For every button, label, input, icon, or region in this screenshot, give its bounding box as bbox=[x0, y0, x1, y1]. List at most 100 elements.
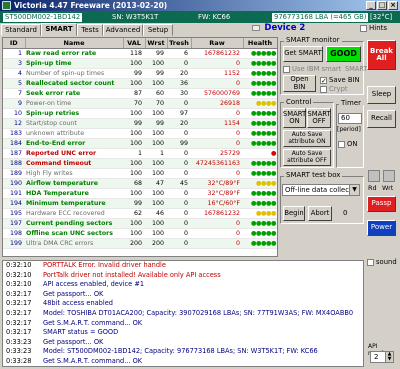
table-row[interactable]: 183 unknown attribute 100 100 0 0 ●●●●● bbox=[3, 128, 277, 139]
tab-advanced[interactable]: Advanced bbox=[103, 24, 143, 36]
attr-val: 100 bbox=[123, 108, 145, 119]
tab-setup[interactable]: Setup bbox=[143, 24, 173, 36]
passp-button[interactable]: Passp bbox=[367, 196, 396, 212]
attr-wrst: 100 bbox=[145, 108, 167, 119]
crypt-option[interactable]: Crypt bbox=[320, 85, 348, 93]
table-row[interactable]: 9 Power-on time 70 70 0 26918 ●●●● bbox=[3, 98, 277, 109]
crypt-checkbox[interactable] bbox=[320, 85, 327, 93]
table-row[interactable]: 190 Airflow temperature 68 47 45 32°C/89°F ●●●… bbox=[3, 178, 277, 189]
event-log[interactable]: 0:32:10 PORTTALK Error. Invalid driver ha… bbox=[2, 260, 364, 367]
log-line: 0:33:23 Get passport... OK bbox=[3, 338, 363, 348]
begin-button[interactable]: Begin bbox=[283, 206, 305, 221]
table-row[interactable]: 187 Reported UNC error 1 1 0 25729 ● bbox=[3, 148, 277, 159]
attr-tresh: 0 bbox=[167, 98, 191, 109]
col-name[interactable]: Name bbox=[25, 38, 124, 49]
sleep-button[interactable]: Sleep bbox=[367, 86, 396, 104]
smart-on-button[interactable]: SMART ON bbox=[283, 108, 306, 128]
col-wrst[interactable]: Wrst bbox=[145, 38, 168, 49]
table-row[interactable]: 10 Spin-up retries 100 100 97 0 ●●●●● bbox=[3, 108, 277, 119]
log-time: 0:32:17 bbox=[6, 289, 32, 298]
attr-raw: 0 bbox=[191, 238, 243, 249]
timer-input[interactable]: 60 bbox=[338, 113, 362, 124]
table-row[interactable]: 12 Start/stop count 99 99 20 1154 ●●●●● bbox=[3, 118, 277, 129]
timer-on-option[interactable]: ON bbox=[338, 140, 357, 148]
device-indicator: Device 2 bbox=[252, 23, 305, 33]
table-row[interactable]: 184 End-to-End error 100 100 99 0 ●●●●● bbox=[3, 138, 277, 149]
tab-standard[interactable]: Standard bbox=[1, 24, 41, 36]
save-bin-option[interactable]: ✓ Save BIN bbox=[320, 76, 360, 84]
table-header-row: ID Name VAL Wrst Tresh Raw Health bbox=[3, 38, 277, 49]
smart-off-button[interactable]: SMART OFF bbox=[307, 108, 331, 128]
table-row[interactable]: 194 Minimum temperature 99 100 0 16°C/60°F ●●●… bbox=[3, 198, 277, 209]
use-ibm-checkbox[interactable] bbox=[283, 65, 290, 73]
hints-checkbox[interactable] bbox=[360, 24, 367, 32]
abort-button[interactable]: Abort bbox=[308, 206, 332, 221]
timer-on-checkbox[interactable] bbox=[338, 140, 345, 148]
attr-health: ●●●●● bbox=[243, 88, 277, 99]
maximize-button[interactable]: □ bbox=[377, 1, 387, 10]
break-all-button[interactable]: Break All bbox=[367, 40, 396, 70]
table-row[interactable]: 195 Hardware ECC recovered 62 46 0 167861232 ●… bbox=[3, 208, 277, 219]
table-row[interactable]: 1 Raw read error rate 118 99 6 167861232 ●●●●● bbox=[3, 48, 277, 59]
attr-val: 100 bbox=[123, 218, 145, 229]
tab-tests[interactable]: Tests bbox=[77, 24, 103, 36]
col-raw[interactable]: Raw bbox=[191, 38, 244, 49]
save-bin-checkbox[interactable]: ✓ bbox=[320, 76, 327, 84]
api-number-input[interactable]: 2 ▲ ▼ bbox=[370, 351, 394, 363]
attr-raw: 0 bbox=[191, 108, 243, 119]
attr-id: 191 bbox=[3, 188, 25, 199]
spinner-icon[interactable]: ▲ ▼ bbox=[385, 352, 393, 362]
log-time: 0:32:10 bbox=[6, 261, 32, 269]
attr-wrst: 100 bbox=[145, 158, 167, 169]
get-smart-button[interactable]: Get SMART bbox=[283, 46, 323, 62]
sound-checkbox[interactable] bbox=[367, 258, 374, 266]
table-row[interactable]: 3 Spin-up time 100 100 0 0 ●●●●● bbox=[3, 58, 277, 69]
sound-option[interactable]: sound bbox=[367, 258, 397, 266]
chevron-down-icon[interactable]: ▼ bbox=[349, 185, 359, 195]
attr-id: 184 bbox=[3, 138, 25, 149]
table-row[interactable]: 4 Number of spin-up times 99 99 20 1152 ●●●●● bbox=[3, 68, 277, 79]
power-button[interactable]: Power bbox=[367, 220, 396, 236]
col-val[interactable]: VAL bbox=[123, 38, 146, 49]
log-line: 0:32:17 Get S.M.A.R.T. command... OK bbox=[3, 319, 363, 329]
attr-val: 99 bbox=[123, 118, 145, 129]
table-row[interactable]: 197 Current pending sectors 100 100 0 0 ●●●●● bbox=[3, 218, 277, 229]
table-row[interactable]: 5 Reallocated sector count 100 100 36 0 ●●●●● bbox=[3, 78, 277, 89]
log-time: 0:32:17 bbox=[6, 299, 32, 308]
hints-toggle[interactable]: Hints bbox=[360, 24, 387, 32]
test-type-select[interactable]: Off-line data collect ▼ bbox=[282, 184, 360, 196]
tab-strip: Standard SMART Tests Advanced Setup bbox=[0, 23, 250, 36]
recall-button[interactable]: Recall bbox=[367, 110, 396, 128]
table-row[interactable]: 7 Seek error rate 87 60 30 576000769 ●●●●● bbox=[3, 88, 277, 99]
attr-name: Raw read error rate bbox=[25, 48, 123, 59]
tab-smart[interactable]: SMART bbox=[41, 23, 77, 36]
autosave-on-button[interactable]: Auto Save attribute ON bbox=[283, 130, 331, 147]
autosave-off-button[interactable]: Auto Save attribute OFF bbox=[283, 149, 331, 166]
col-id[interactable]: ID bbox=[3, 38, 26, 49]
open-bin-button[interactable]: Open BIN bbox=[283, 75, 316, 92]
attr-health: ●●●● bbox=[243, 178, 277, 189]
attr-name: Start/stop count bbox=[25, 118, 123, 129]
attr-raw: 1154 bbox=[191, 118, 243, 129]
attr-val: 118 bbox=[123, 48, 145, 59]
table-row[interactable]: 188 Command timeout 100 100 0 47245361163 ●●●●… bbox=[3, 158, 277, 169]
attr-raw: 167861232 bbox=[191, 208, 243, 219]
attr-wrst: 47 bbox=[145, 178, 167, 189]
smart-attributes-table[interactable]: ID Name VAL Wrst Tresh Raw Health 1 Raw r… bbox=[2, 37, 278, 257]
wrt-label: Wrt bbox=[382, 184, 394, 192]
use-ibm-smart[interactable]: Use IBM smart bbox=[283, 65, 341, 73]
table-row[interactable]: 199 Ultra DMA CRC errors 200 200 0 0 ●●●●● bbox=[3, 238, 277, 249]
col-tresh[interactable]: Tresh bbox=[167, 38, 192, 49]
close-button[interactable]: × bbox=[388, 1, 398, 10]
attr-tresh: 0 bbox=[167, 228, 191, 239]
attr-tresh: 6 bbox=[167, 48, 191, 59]
attr-id: 194 bbox=[3, 198, 25, 209]
table-row[interactable]: 198 Offline scan UNC sectors 100 100 0 0 ●●●●● bbox=[3, 228, 277, 239]
col-health[interactable]: Health bbox=[243, 38, 277, 49]
table-row[interactable]: 191 HDA Temperature 100 100 0 32°C/89°F ●●●●● bbox=[3, 188, 277, 199]
window-title: Victoria 4.47 Freeware (2013-02-20) bbox=[14, 1, 168, 10]
log-time: 0:32:17 bbox=[6, 318, 32, 327]
drive-firmware: FW: KC66 bbox=[198, 13, 231, 21]
minimize-button[interactable]: _ bbox=[366, 1, 376, 10]
table-row[interactable]: 189 High Fly writes 100 100 0 0 ●●●●● bbox=[3, 168, 277, 179]
